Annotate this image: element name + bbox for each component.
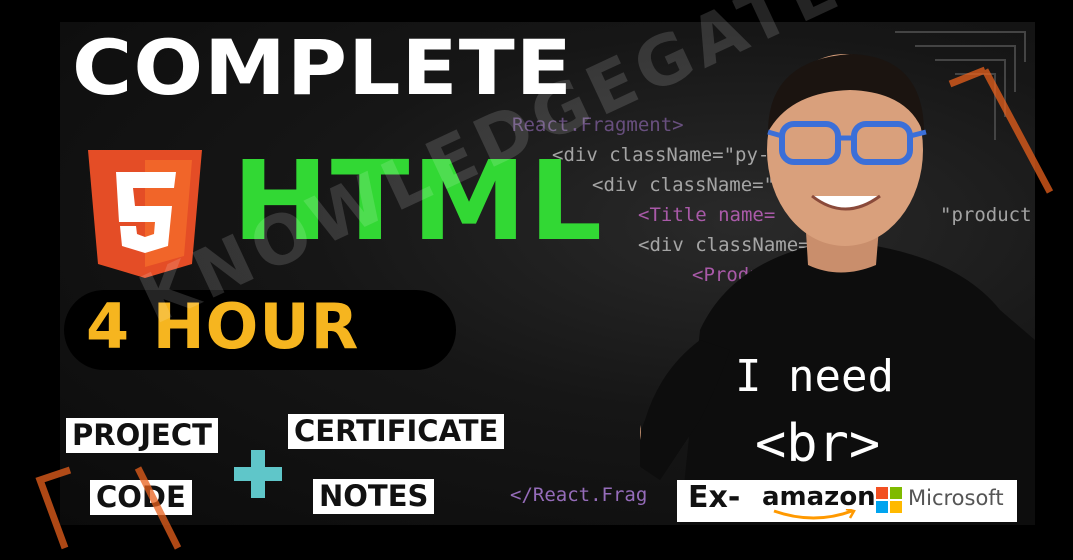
- thumbnail: React.Fragment> <div className="py- <div…: [0, 0, 1073, 560]
- tag-certificate: CERTIFICATE: [288, 414, 505, 449]
- tag-project: PROJECT: [66, 418, 218, 453]
- shirt-text-line1: I need: [735, 351, 894, 402]
- code-line: </React.Frag: [510, 484, 648, 506]
- tag-notes: NOTES: [313, 479, 435, 514]
- amazon-smile-icon: [773, 509, 856, 520]
- tag-code: CODE: [90, 480, 192, 515]
- headline-complete: COMPLETE: [72, 23, 573, 112]
- microsoft-logo-text: Microsoft: [908, 486, 1004, 510]
- microsoft-logo-icon: [876, 487, 902, 513]
- shirt-text-line2: <br>: [755, 414, 881, 474]
- plus-icon: [234, 450, 282, 498]
- badge-prefix: Ex-: [688, 480, 741, 515]
- amazon-logo-text: amazon: [762, 482, 876, 512]
